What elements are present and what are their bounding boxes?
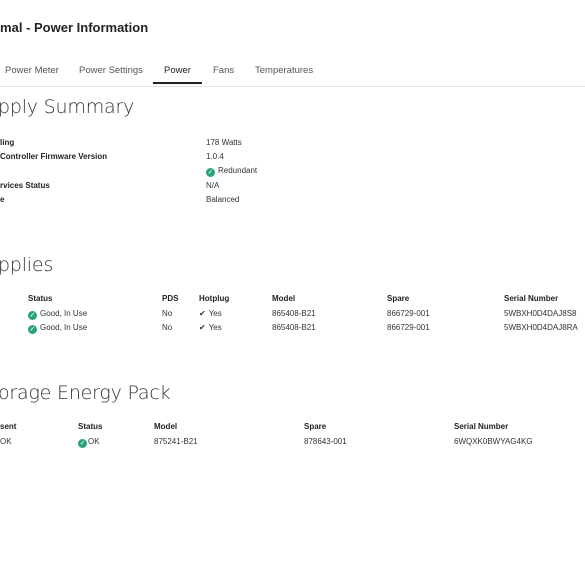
hotplug-text: Yes: [208, 309, 222, 318]
model-cell: 865408-B21: [272, 323, 316, 332]
tab-fans[interactable]: Fans: [213, 65, 234, 82]
power-supplies-heading: pplies: [0, 254, 54, 276]
spare-cell: 878643-001: [304, 437, 347, 446]
serial-cell: 6WQXK0BWYAG4KG: [454, 437, 533, 446]
column-header-hotplug: Hotplug: [199, 294, 230, 303]
status-cell: ✓ OK: [78, 437, 100, 448]
column-header-serial: Serial Number: [454, 422, 509, 431]
ok-check-circle-icon: ✓: [78, 439, 87, 448]
column-header-model: Model: [154, 422, 178, 431]
summary-value: N/A: [206, 181, 220, 190]
supply-summary-heading: pply Summary: [0, 96, 135, 118]
check-icon: ✔: [199, 323, 206, 332]
spare-cell: 866729-001: [387, 309, 430, 318]
column-header-status: Status: [78, 422, 103, 431]
summary-value: 1.0.4: [206, 152, 224, 161]
column-header-spare: Spare: [304, 422, 327, 431]
page-title: rmal - Power Information: [0, 20, 149, 35]
column-header-present: sent: [0, 422, 17, 431]
summary-label: e: [0, 195, 5, 204]
check-icon: ✔: [199, 309, 206, 318]
ok-check-circle-icon: ✓: [28, 325, 37, 334]
hotplug-cell: ✔ Yes: [199, 323, 222, 332]
column-header-serial: Serial Number: [504, 294, 559, 303]
redundancy-status: ✓ Redundant: [206, 166, 257, 177]
column-header-status: Status: [28, 294, 53, 303]
column-header-model: Model: [272, 294, 296, 303]
column-header-spare: Spare: [387, 294, 410, 303]
status-text: OK: [88, 437, 100, 446]
hotplug-cell: ✔ Yes: [199, 309, 222, 318]
pds-cell: No: [162, 323, 173, 332]
summary-label: ling: [0, 138, 15, 147]
tab-temperatures[interactable]: Temperatures: [255, 65, 313, 82]
model-cell: 865408-B21: [272, 309, 316, 318]
summary-label: rvices Status: [0, 181, 50, 190]
serial-cell: 5WBXH0D4DAJ8S8: [504, 309, 577, 318]
hotplug-text: Yes: [208, 323, 222, 332]
tab-power-settings[interactable]: Power Settings: [79, 65, 143, 82]
tab-bar: Power Meter Power Settings Power Fans Te…: [0, 62, 585, 87]
tab-power-meter[interactable]: Power Meter: [5, 65, 59, 82]
present-cell: OK: [0, 437, 12, 446]
summary-value: Balanced: [206, 195, 240, 204]
status-text: Good, In Use: [40, 323, 88, 332]
spare-cell: 866729-001: [387, 323, 430, 332]
energy-pack-heading: orage Energy Pack: [0, 382, 171, 404]
status-cell: ✓ Good, In Use: [28, 309, 87, 320]
ok-check-circle-icon: ✓: [28, 311, 37, 320]
column-header-pds: PDS: [162, 294, 179, 303]
tab-power[interactable]: Power: [153, 65, 202, 84]
summary-value: Redundant: [218, 166, 258, 175]
status-text: Good, In Use: [40, 309, 88, 318]
pds-cell: No: [162, 309, 173, 318]
serial-cell: 5WBXH0D4DAJ8RA: [504, 323, 578, 332]
summary-value: 178 Watts: [206, 138, 242, 147]
status-cell: ✓ Good, In Use: [28, 323, 87, 334]
summary-label: Controller Firmware Version: [0, 152, 108, 161]
ok-check-circle-icon: ✓: [206, 168, 215, 177]
model-cell: 875241-B21: [154, 437, 198, 446]
